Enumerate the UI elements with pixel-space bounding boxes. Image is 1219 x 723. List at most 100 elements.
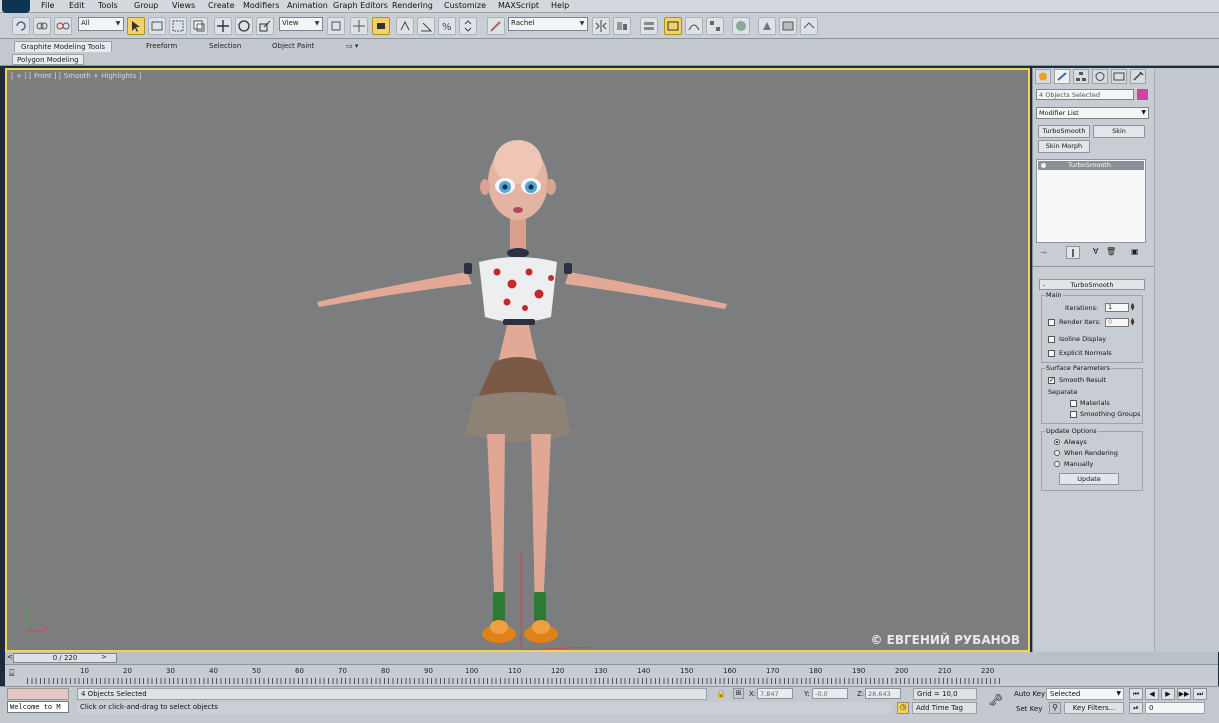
graphite-ribbon-toggle-icon[interactable]: [664, 17, 682, 35]
next-frame-icon[interactable]: >: [101, 653, 107, 661]
render-iters-spinner[interactable]: 0: [1105, 318, 1129, 327]
reference-coordinate-dropdown[interactable]: View ▼: [279, 17, 323, 31]
current-frame-field[interactable]: 0: [1145, 702, 1205, 714]
schematic-view-icon[interactable]: [706, 17, 724, 35]
y-coordinate-field[interactable]: -0,0: [812, 688, 848, 699]
tab-graphite-modeling-tools[interactable]: Graphite Modeling Tools: [14, 41, 113, 52]
rotate-icon[interactable]: [235, 17, 253, 35]
menu-group[interactable]: Group: [134, 1, 158, 10]
add-time-tag-button[interactable]: Add Time Tag: [912, 702, 977, 714]
percent-snap-icon[interactable]: %: [438, 17, 456, 35]
link-icon[interactable]: [33, 17, 51, 35]
render-setup-icon[interactable]: [758, 17, 776, 35]
modifier-list-dropdown[interactable]: Modifier List ▼: [1036, 107, 1149, 119]
tab-freeform[interactable]: Freeform: [140, 41, 183, 52]
maxscript-mini-listener-input[interactable]: Welcome to M: [7, 701, 69, 713]
pivot-center-icon[interactable]: [327, 17, 345, 35]
undo-icon[interactable]: [12, 17, 30, 35]
smoothing-groups-checkbox[interactable]: [1070, 411, 1077, 418]
skin-button[interactable]: Skin: [1093, 125, 1145, 138]
menu-customize[interactable]: Customize: [444, 1, 486, 10]
select-manipulate-icon[interactable]: [350, 17, 368, 35]
isoline-display-checkbox[interactable]: [1048, 336, 1055, 343]
select-by-name-icon[interactable]: [148, 17, 166, 35]
named-selection-dropdown[interactable]: Rachel ▼: [508, 17, 588, 31]
hierarchy-tab-icon[interactable]: [1073, 69, 1089, 84]
play-icon[interactable]: ▶: [1161, 688, 1175, 700]
lock-selection-icon[interactable]: 🔒: [716, 689, 726, 698]
render-production-icon[interactable]: [800, 17, 818, 35]
go-to-end-icon[interactable]: ⏭: [1193, 688, 1207, 700]
motion-tab-icon[interactable]: [1092, 69, 1108, 84]
unlink-icon[interactable]: [54, 17, 72, 35]
window-crossing-icon[interactable]: [190, 17, 208, 35]
maxscript-mini-listener-output[interactable]: [7, 688, 69, 700]
key-mode-dropdown[interactable]: Selected ▼: [1046, 688, 1124, 700]
pin-stack-icon[interactable]: ⊸: [1040, 248, 1047, 257]
angle-snap-icon[interactable]: [417, 17, 435, 35]
menu-help[interactable]: Help: [551, 1, 569, 10]
menu-file[interactable]: File: [41, 1, 54, 10]
set-key-icon[interactable]: ⚲: [1049, 702, 1061, 714]
create-tab-icon[interactable]: [1035, 69, 1051, 84]
stack-item-turbosmooth[interactable]: TurboSmooth: [1038, 161, 1144, 170]
auto-key-button[interactable]: Auto Key: [1014, 690, 1045, 698]
curve-editor-icon[interactable]: [685, 17, 703, 35]
tab-object-paint[interactable]: Object Paint: [266, 41, 320, 52]
key-icon[interactable]: 🗝: [988, 693, 1003, 707]
turbosmooth-rollout-header[interactable]: - TurboSmooth: [1039, 279, 1145, 290]
layer-manager-icon[interactable]: [640, 17, 658, 35]
material-editor-icon[interactable]: [732, 17, 750, 35]
front-viewport[interactable]: [ + ] [ Front ] [ Smooth + Highlights ]: [5, 68, 1030, 652]
tab-polygon-modeling[interactable]: Polygon Modeling: [12, 54, 84, 65]
prev-frame-icon[interactable]: <: [7, 653, 13, 661]
rendered-frame-window-icon[interactable]: [779, 17, 797, 35]
key-filters-button[interactable]: Key Filters...: [1064, 702, 1124, 714]
spinner-arrows-icon[interactable]: ▲ ▼: [1130, 318, 1135, 327]
spinner-arrows-icon[interactable]: ▲ ▼: [1130, 303, 1135, 312]
when-rendering-radio[interactable]: [1054, 450, 1060, 456]
spinner-snap-icon[interactable]: [459, 17, 477, 35]
configure-modifier-sets-icon[interactable]: ▣: [1131, 247, 1139, 256]
manually-radio[interactable]: [1054, 461, 1060, 467]
show-end-result-icon[interactable]: ‖: [1066, 246, 1080, 259]
mini-curve-editor-icon[interactable]: ⌸: [9, 669, 23, 681]
menu-views[interactable]: Views: [172, 1, 195, 10]
menu-graph-editors[interactable]: Graph Editors: [333, 1, 388, 10]
menu-modifiers[interactable]: Modifiers: [243, 1, 280, 10]
time-tag-icon[interactable]: ◷: [897, 702, 909, 714]
align-icon[interactable]: [613, 17, 631, 35]
viewport-label[interactable]: [ + ] [ Front ] [ Smooth + Highlights ]: [11, 72, 141, 80]
snaps-toggle-icon[interactable]: [396, 17, 414, 35]
remove-modifier-icon[interactable]: 🗑: [1106, 247, 1116, 256]
smooth-result-checkbox[interactable]: ✓: [1048, 377, 1055, 384]
iterations-spinner[interactable]: 1: [1105, 303, 1129, 312]
always-radio[interactable]: [1054, 439, 1060, 445]
select-object-icon[interactable]: [127, 17, 145, 35]
mirror-icon[interactable]: [592, 17, 610, 35]
explicit-normals-checkbox[interactable]: [1048, 350, 1055, 357]
render-iters-checkbox[interactable]: [1048, 319, 1055, 326]
object-color-swatch[interactable]: [1137, 89, 1148, 100]
z-coordinate-field[interactable]: 28,643: [865, 688, 901, 699]
lightbulb-icon[interactable]: [1041, 163, 1046, 168]
display-tab-icon[interactable]: [1111, 69, 1127, 84]
track-bar[interactable]: ⌸ 10 20 30 40 50 60 70 80 90 100 110 120…: [5, 664, 1218, 686]
x-coordinate-field[interactable]: 7,847: [757, 688, 793, 699]
tab-selection[interactable]: Selection: [203, 41, 247, 52]
keyboard-shortcut-override-icon[interactable]: [372, 17, 390, 35]
menu-create[interactable]: Create: [208, 1, 235, 10]
turbosmooth-button[interactable]: TurboSmooth: [1038, 125, 1090, 138]
app-logo-button[interactable]: [2, 0, 30, 13]
selection-filter-dropdown[interactable]: All ▼: [78, 17, 124, 31]
go-to-start-icon[interactable]: ⏮: [1129, 688, 1143, 700]
move-icon[interactable]: [214, 17, 232, 35]
menu-animation[interactable]: Animation: [287, 1, 328, 10]
set-key-button[interactable]: Set Key: [1016, 705, 1042, 713]
materials-checkbox[interactable]: [1070, 400, 1077, 407]
menu-maxscript[interactable]: MAXScript: [498, 1, 539, 10]
absolute-mode-transform-icon[interactable]: ⊞: [733, 688, 744, 699]
scale-icon[interactable]: [256, 17, 274, 35]
previous-frame-icon[interactable]: ◀: [1145, 688, 1159, 700]
update-button[interactable]: Update: [1059, 473, 1119, 485]
